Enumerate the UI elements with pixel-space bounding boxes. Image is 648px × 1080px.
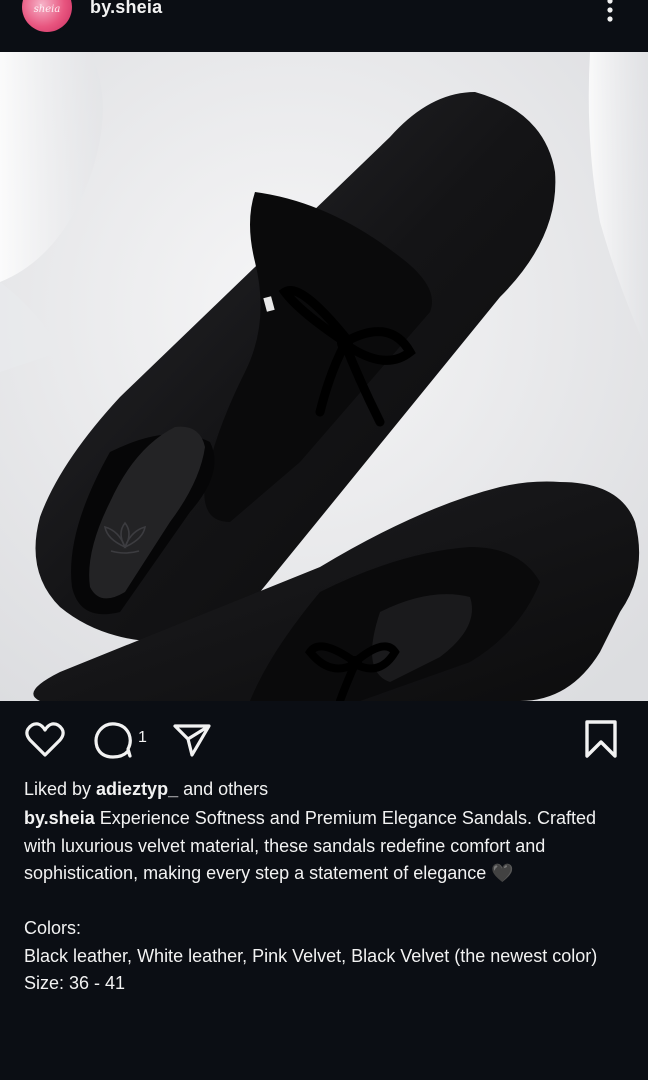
post-username[interactable]: by.sheia [90,0,162,18]
likes-suffix[interactable]: and others [178,779,268,799]
likes-text: Liked by adieztyp_ and others [24,776,624,802]
vertical-dots-icon[interactable] [600,0,620,24]
liked-by-user[interactable]: adieztyp_ [96,779,178,799]
caption-text: Experience Softness and Premium Elegance… [24,808,598,993]
post-image-illustration [0,52,648,701]
paper-plane-icon[interactable] [172,722,212,758]
post-actions: 1 [0,710,648,770]
comment-count: 1 [138,729,147,746]
avatar[interactable]: sheia [22,0,72,32]
likes-prefix: Liked by [24,779,97,799]
caption-username[interactable]: by.sheia [24,808,95,828]
post-header: sheia by.sheia [0,0,648,52]
comment-icon[interactable] [92,721,134,759]
heart-icon[interactable] [24,722,66,758]
bookmark-icon[interactable] [583,719,619,759]
avatar-text: sheia [33,4,61,15]
post-caption: by.sheia Experience Softness and Premium… [24,805,624,998]
post-image[interactable] [0,52,648,701]
